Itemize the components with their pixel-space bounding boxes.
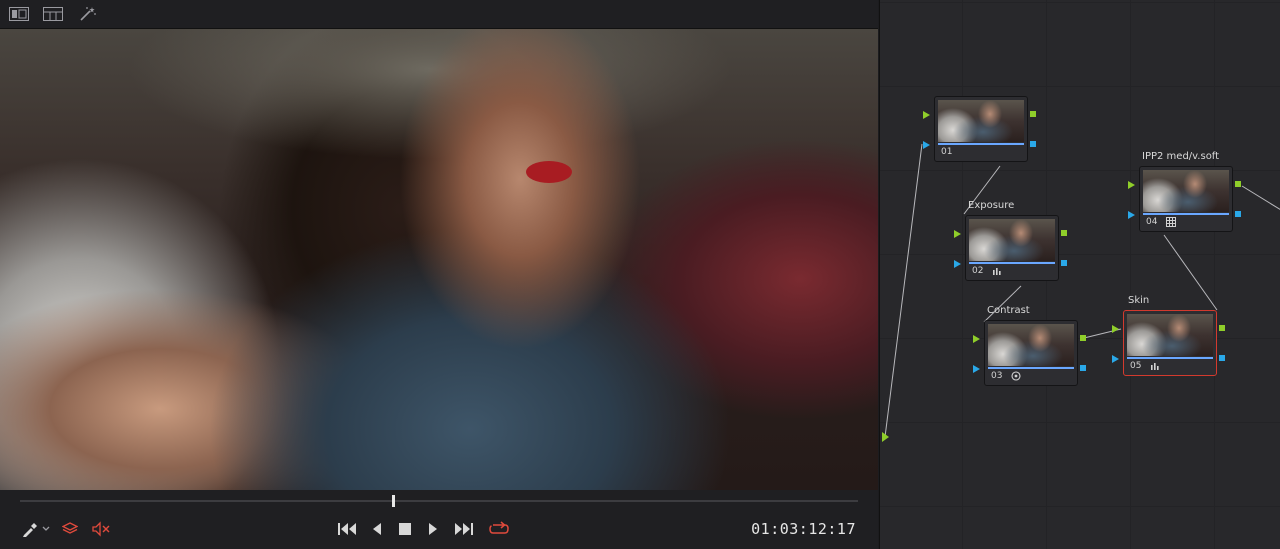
single-viewer-icon[interactable] (8, 5, 30, 23)
node-title: Exposure (968, 200, 1015, 211)
node-label: 01 (941, 147, 953, 157)
node-label: 02 (972, 266, 984, 276)
node-thumbnail (1127, 314, 1213, 356)
node-editor[interactable]: 01 Exposure 02 Contrast 03 IPP2 med/v.so… (879, 0, 1280, 549)
node-status-bar (969, 262, 1055, 264)
magic-wand-icon[interactable] (77, 5, 99, 23)
node-status-bar (1143, 213, 1229, 215)
loop-icon[interactable] (487, 519, 511, 539)
eyedropper-icon[interactable] (20, 519, 52, 539)
node-status-bar (988, 367, 1074, 369)
timeline-scrubber[interactable] (20, 500, 858, 502)
node-output-port[interactable] (1061, 260, 1067, 266)
node-output-port[interactable] (1080, 335, 1086, 341)
node-input-port[interactable] (1112, 325, 1119, 333)
link-04-05 (1163, 234, 1218, 311)
link-input-01 (884, 143, 923, 438)
node-input-port[interactable] (954, 260, 961, 268)
node-output-port[interactable] (1030, 111, 1036, 117)
node-label: 03 (991, 371, 1003, 381)
node-output-port[interactable] (1061, 230, 1067, 236)
layers-icon[interactable] (60, 519, 80, 539)
node-input-port[interactable] (1112, 355, 1119, 363)
viewer-toolbar (0, 0, 878, 29)
node-thumbnail (1143, 170, 1229, 212)
node-output-port[interactable] (1219, 325, 1225, 331)
skip-to-start-icon[interactable] (336, 519, 358, 539)
bars-icon (993, 268, 1001, 275)
node-thumbnail (988, 324, 1074, 366)
node-input-port[interactable] (954, 230, 961, 238)
link-04-output (1241, 185, 1280, 210)
video-detail (526, 161, 572, 183)
audio-mute-icon[interactable] (90, 519, 112, 539)
node-output-port[interactable] (1219, 355, 1225, 361)
timecode-display: 01:03:12:17 (751, 520, 856, 538)
node-input-port[interactable] (1128, 181, 1135, 189)
node-03[interactable]: 03 (973, 320, 1086, 386)
node-output-port[interactable] (1235, 211, 1241, 217)
node-01[interactable]: 01 (923, 96, 1036, 162)
node-05[interactable]: 05 (1112, 310, 1225, 376)
node-output-port[interactable] (1030, 141, 1036, 147)
node-connections (882, 143, 1280, 442)
node-input-port[interactable] (923, 111, 930, 119)
circle-dot-icon (1011, 371, 1021, 381)
viewer-panel: 01:03:12:17 (0, 0, 878, 549)
bars-icon (1151, 363, 1159, 370)
node-output-port[interactable] (1080, 365, 1086, 371)
node-label: 05 (1130, 361, 1142, 371)
play-icon[interactable] (424, 519, 442, 539)
link-02-03 (983, 285, 1022, 323)
node-04[interactable]: 04 (1128, 166, 1241, 232)
node-input-port[interactable] (973, 365, 980, 373)
node-input-port[interactable] (1128, 211, 1135, 219)
node-thumbnail (938, 100, 1024, 142)
node-02[interactable]: 02 (954, 215, 1067, 281)
playhead[interactable] (391, 495, 395, 507)
node-input-port[interactable] (973, 335, 980, 343)
split-viewer-icon[interactable] (42, 5, 64, 23)
node-title: IPP2 med/v.soft (1142, 151, 1220, 162)
node-title: Contrast (987, 305, 1030, 316)
node-label: 04 (1146, 217, 1158, 227)
video-frame (0, 29, 878, 490)
node-status-bar (938, 143, 1024, 145)
node-input-port[interactable] (923, 141, 930, 149)
node-thumbnail (969, 219, 1055, 261)
play-reverse-icon[interactable] (368, 519, 386, 539)
grid-icon (1166, 217, 1176, 227)
skip-to-end-icon[interactable] (453, 519, 475, 539)
node-title: Skin (1128, 295, 1150, 306)
node-status-bar (1127, 357, 1213, 359)
node-output-port[interactable] (1235, 181, 1241, 187)
transport-bar: 01:03:12:17 (0, 512, 878, 549)
stop-icon[interactable] (396, 519, 414, 539)
